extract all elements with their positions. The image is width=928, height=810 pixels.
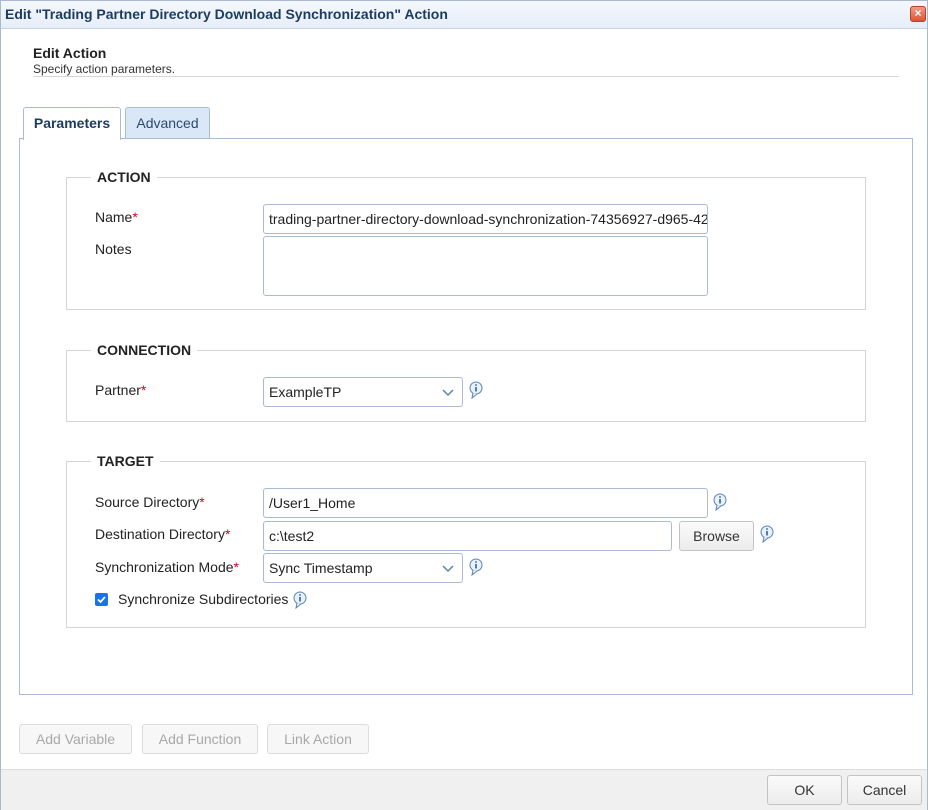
- action-legend: ACTION: [97, 169, 151, 185]
- check-icon: [97, 596, 106, 604]
- notes-label: Notes: [95, 241, 132, 257]
- name-field[interactable]: trading-partner-directory-download-synch…: [263, 204, 708, 234]
- tab-parameters[interactable]: Parameters: [23, 107, 121, 140]
- info-icon[interactable]: [469, 558, 483, 576]
- chevron-down-icon: [442, 565, 454, 573]
- add-function-button[interactable]: Add Function: [142, 724, 258, 754]
- partner-select-value: ExampleTP: [269, 384, 342, 400]
- name-label: Name*: [95, 209, 138, 225]
- required-marker: *: [140, 382, 147, 398]
- source-directory-label: Source Directory*: [95, 494, 205, 510]
- dialog-footer: OK Cancel: [1, 769, 927, 810]
- header-subtitle: Specify action parameters.: [33, 62, 176, 76]
- header-divider: [33, 76, 899, 77]
- cancel-button[interactable]: Cancel: [847, 775, 922, 805]
- edit-action-dialog: Edit "Trading Partner Directory Download…: [0, 0, 928, 810]
- destination-directory-field[interactable]: c:\test2: [263, 521, 672, 551]
- required-marker: *: [199, 494, 205, 510]
- partner-select[interactable]: ExampleTP: [263, 377, 463, 407]
- info-icon[interactable]: [713, 493, 727, 511]
- info-icon[interactable]: [469, 381, 483, 399]
- destination-directory-label: Destination Directory*: [95, 526, 231, 542]
- source-directory-field[interactable]: /User1_Home: [263, 488, 708, 518]
- required-marker: *: [132, 209, 138, 225]
- parameters-panel: ACTION CONNECTION TARGET Name* trading-p…: [19, 138, 913, 695]
- connection-legend: CONNECTION: [97, 342, 192, 358]
- sync-mode-label: Synchronization Mode*: [95, 559, 239, 575]
- target-legend: TARGET: [97, 453, 154, 469]
- synchronize-subdirectories-checkbox[interactable]: [95, 593, 108, 606]
- required-marker: *: [233, 559, 239, 575]
- close-button[interactable]: ×: [910, 6, 926, 22]
- tab-advanced[interactable]: Advanced: [125, 107, 210, 139]
- connection-group: CONNECTION: [66, 342, 866, 422]
- header-title: Edit Action: [33, 45, 107, 61]
- link-action-button[interactable]: Link Action: [267, 724, 369, 754]
- required-marker: *: [224, 526, 231, 542]
- synchronize-subdirectories-label: Synchronize Subdirectories: [118, 591, 289, 607]
- info-icon[interactable]: [293, 591, 307, 609]
- notes-field[interactable]: [263, 236, 708, 296]
- ok-button[interactable]: OK: [767, 775, 842, 805]
- sync-mode-select-value: Sync Timestamp: [269, 560, 373, 576]
- close-icon: ×: [914, 6, 922, 20]
- dialog-title: Edit "Trading Partner Directory Download…: [5, 6, 448, 22]
- chevron-down-icon: [442, 389, 454, 397]
- add-variable-button[interactable]: Add Variable: [19, 724, 132, 754]
- browse-button[interactable]: Browse: [679, 521, 754, 551]
- title-bar[interactable]: Edit "Trading Partner Directory Download…: [1, 1, 927, 29]
- partner-label: Partner*: [95, 382, 147, 398]
- info-icon[interactable]: [760, 525, 774, 543]
- sync-mode-select[interactable]: Sync Timestamp: [263, 553, 463, 583]
